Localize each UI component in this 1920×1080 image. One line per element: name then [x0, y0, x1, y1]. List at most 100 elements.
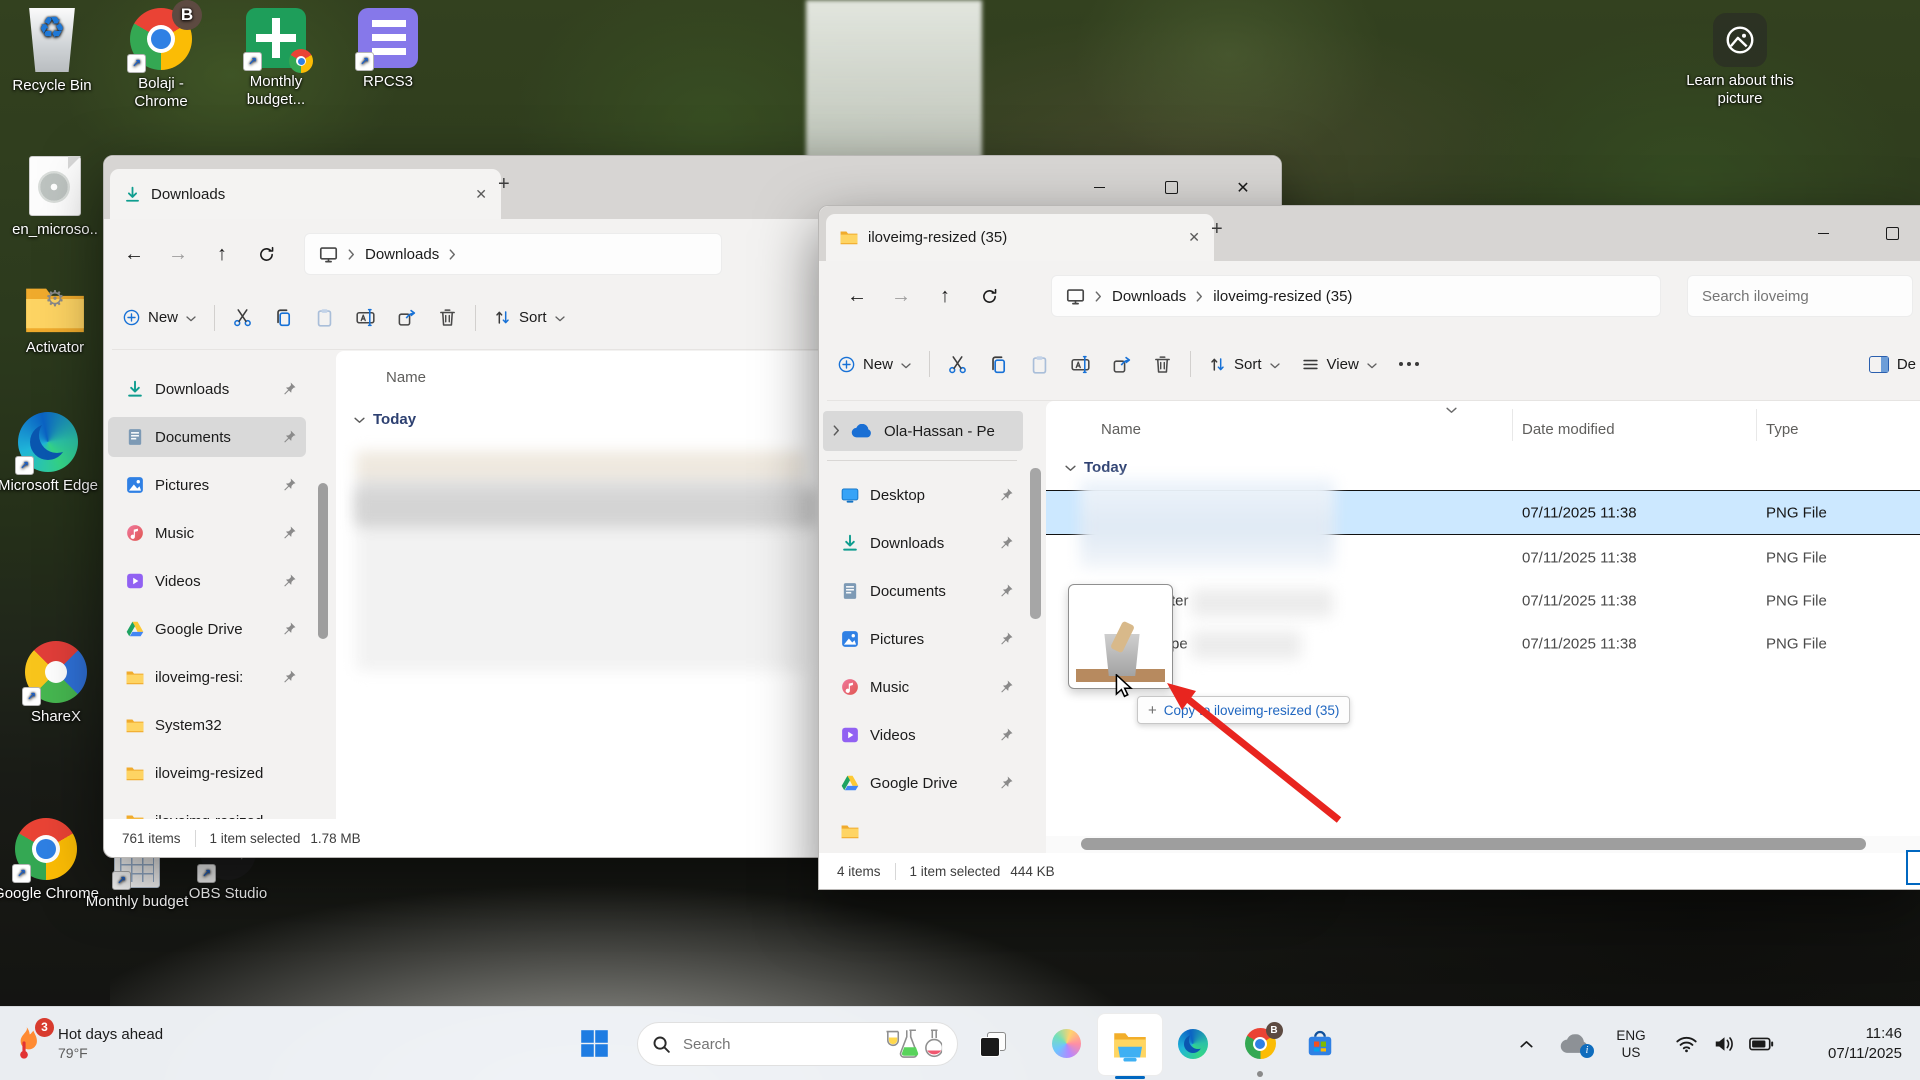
- battery-icon[interactable]: [1742, 1007, 1780, 1080]
- desktop-icon-learn-about[interactable]: Learn about this picture: [1670, 13, 1810, 108]
- taskbar-search-input[interactable]: [681, 1035, 855, 1054]
- tab-close-icon[interactable]: ✕: [475, 186, 487, 203]
- desktop-icon-activator[interactable]: ⚙ Activator: [0, 284, 110, 357]
- desktop-icon-bolaji-chrome[interactable]: B ↗ Bolaji - Chrome: [113, 8, 209, 111]
- store-button[interactable]: [1298, 1007, 1342, 1080]
- breadcrumb-downloads[interactable]: Downloads: [365, 246, 439, 263]
- sidebar-item-pictures[interactable]: Pictures: [108, 465, 306, 505]
- details-pane-button[interactable]: De: [1858, 344, 1920, 384]
- column-header-name[interactable]: Name: [386, 369, 426, 386]
- refresh-button[interactable]: [248, 236, 284, 272]
- group-today[interactable]: Today: [354, 411, 416, 428]
- sidebar-item-iloveimg-resized[interactable]: iloveimg-resi:: [108, 657, 306, 697]
- desktop-icon-sharex[interactable]: ↗ ShareX: [1, 641, 111, 726]
- cut-button[interactable]: [222, 298, 263, 338]
- copilot-button[interactable]: [1043, 1007, 1089, 1080]
- sidebar-item-documents[interactable]: Documents: [823, 571, 1023, 611]
- chevron-right-icon[interactable]: [833, 423, 840, 440]
- forward-button[interactable]: →: [160, 236, 196, 272]
- back-button[interactable]: ←: [839, 278, 875, 314]
- file-row[interactable]: ter 07/11/2025 11:38 PNG File: [1046, 579, 1920, 622]
- file-explorer-button[interactable]: [1097, 1013, 1163, 1076]
- file-row-selected[interactable]: 07/11/2025 11:38 PNG File: [1046, 490, 1920, 535]
- breadcrumb[interactable]: Downloads iloveimg-resized (35): [1051, 275, 1661, 317]
- onedrive-tray-button[interactable]: i: [1552, 1007, 1598, 1080]
- clock[interactable]: 11:46 07/11/2025: [1828, 1007, 1902, 1080]
- sidebar-item-music[interactable]: Music: [823, 667, 1023, 707]
- rename-button[interactable]: [345, 298, 386, 338]
- edge-button[interactable]: [1172, 1007, 1214, 1080]
- column-header-type[interactable]: Type: [1766, 421, 1799, 438]
- group-today[interactable]: Today: [1065, 459, 1127, 476]
- breadcrumb[interactable]: Downloads: [304, 233, 722, 275]
- breadcrumb-iloveimg[interactable]: iloveimg-resized (35): [1213, 288, 1352, 305]
- copy-button[interactable]: [978, 344, 1019, 384]
- maximize-button[interactable]: [1869, 206, 1915, 261]
- sidebar-item-videos[interactable]: Videos: [108, 561, 306, 601]
- chrome-button[interactable]: B: [1238, 1007, 1282, 1080]
- task-view-button[interactable]: [970, 1007, 1016, 1080]
- paste-button[interactable]: [1019, 344, 1060, 384]
- sidebar-item-system32[interactable]: System32: [108, 705, 306, 745]
- weather-widget[interactable]: 3 Hot days ahead 79°F: [14, 1007, 163, 1080]
- rename-button[interactable]: [1060, 344, 1101, 384]
- file-row[interactable]: 07/11/2025 11:38 PNG File: [1046, 536, 1920, 579]
- cut-button[interactable]: [937, 344, 978, 384]
- file-row[interactable]: pe 07/11/2025 11:38 PNG File: [1046, 622, 1920, 665]
- share-button[interactable]: [1101, 344, 1142, 384]
- volume-icon[interactable]: [1706, 1007, 1742, 1080]
- wifi-icon[interactable]: [1668, 1007, 1704, 1080]
- sidebar-item-onedrive[interactable]: Ola-Hassan - Pe: [823, 411, 1023, 451]
- delete-button[interactable]: [427, 298, 468, 338]
- up-button[interactable]: ↑: [927, 278, 963, 314]
- sidebar-item-iloveimg-resized-2[interactable]: iloveimg-resized: [108, 753, 306, 793]
- language-switcher[interactable]: ENG US: [1605, 1007, 1657, 1080]
- sidebar-item-music[interactable]: Music: [108, 513, 306, 553]
- refresh-button[interactable]: [971, 278, 1007, 314]
- tray-chevron-button[interactable]: [1508, 1007, 1544, 1080]
- back-button[interactable]: ←: [116, 236, 152, 272]
- desktop-icon-recycle-bin[interactable]: ♻ Recycle Bin: [0, 8, 107, 95]
- new-tab-button[interactable]: +: [498, 173, 510, 196]
- sidebar-item-desktop[interactable]: Desktop: [823, 475, 1023, 515]
- taskbar-search[interactable]: [637, 1022, 958, 1066]
- up-button[interactable]: ↑: [204, 236, 240, 272]
- search-box[interactable]: [1687, 275, 1913, 317]
- start-button[interactable]: [566, 1007, 622, 1080]
- sidebar-scrollbar[interactable]: [1030, 468, 1041, 619]
- sidebar-item-downloads[interactable]: Downloads: [823, 523, 1023, 563]
- sidebar-item-videos[interactable]: Videos: [823, 715, 1023, 755]
- column-header-date[interactable]: Date modified: [1522, 421, 1615, 438]
- tab-close-icon[interactable]: ✕: [1188, 229, 1200, 246]
- column-header-name[interactable]: Name: [1101, 421, 1141, 438]
- desktop-icon-edge[interactable]: ↗ Microsoft Edge: [0, 412, 103, 495]
- delete-button[interactable]: [1142, 344, 1183, 384]
- forward-button[interactable]: →: [883, 278, 919, 314]
- sidebar-item-google-drive[interactable]: Google Drive: [823, 763, 1023, 803]
- view-button[interactable]: View: [1291, 344, 1388, 384]
- desktop-icon-en-microso[interactable]: en_microso..: [0, 156, 110, 239]
- tab-iloveimg[interactable]: iloveimg-resized (35) ✕: [826, 214, 1214, 261]
- sidebar-item-google-drive[interactable]: Google Drive: [108, 609, 306, 649]
- hscrollbar[interactable]: [1081, 838, 1866, 850]
- sort-button[interactable]: Sort: [1198, 344, 1291, 384]
- desktop-icon-rpcs3[interactable]: ↗ RPCS3: [340, 8, 436, 91]
- copy-button[interactable]: [263, 298, 304, 338]
- new-tab-button[interactable]: +: [1211, 218, 1223, 241]
- new-button[interactable]: New: [827, 344, 922, 384]
- sort-button[interactable]: Sort: [483, 298, 576, 338]
- sidebar-item-partial[interactable]: [823, 811, 1023, 851]
- more-button[interactable]: [1388, 344, 1430, 384]
- desktop-icon-monthly-budget[interactable]: ↗ Monthly budget...: [228, 8, 324, 109]
- sidebar-item-documents[interactable]: Documents: [108, 417, 306, 457]
- new-button[interactable]: New: [112, 298, 207, 338]
- search-input[interactable]: [1700, 287, 1864, 306]
- sidebar-item-pictures[interactable]: Pictures: [823, 619, 1023, 659]
- breadcrumb-downloads[interactable]: Downloads: [1112, 288, 1186, 305]
- paste-button[interactable]: [304, 298, 345, 338]
- minimize-button[interactable]: [1800, 206, 1846, 261]
- sidebar-item-downloads[interactable]: Downloads: [108, 369, 306, 409]
- tab-downloads[interactable]: Downloads ✕: [110, 169, 501, 219]
- share-button[interactable]: [386, 298, 427, 338]
- sidebar-scrollbar[interactable]: [318, 483, 328, 639]
